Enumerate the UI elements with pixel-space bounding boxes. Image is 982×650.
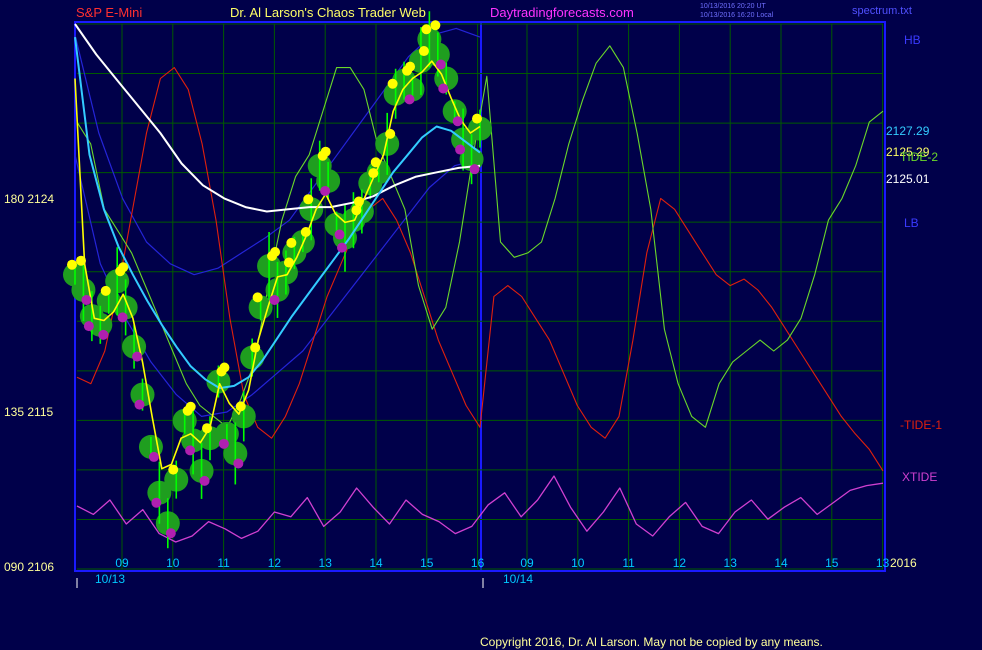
low-marker [165,528,176,539]
high-marker [118,262,129,273]
low-marker [117,312,128,323]
x-tick-label: 09 [520,556,534,570]
timestamp-local: 10/13/2016 16:20 Local [700,12,774,19]
high-marker [418,46,429,57]
x-tick-label: 15 [825,556,839,570]
date-label: 10/14 [503,572,533,586]
site-link[interactable]: Daytradingforecasts.com [490,5,634,20]
copyright: Copyright 2016, Dr. Al Larson. May not b… [480,635,823,649]
low-marker [469,164,480,175]
x-tick-label: 11 [217,556,230,570]
hb-label: HB [904,33,921,47]
x-tick-label: 09 [115,556,129,570]
high-marker [320,146,331,157]
high-marker [387,78,398,89]
high-marker [168,464,179,475]
low-marker [452,116,463,127]
high-marker [270,246,281,257]
high-marker [202,423,212,434]
high-marker [405,61,416,72]
x-tick-label: 10 [166,556,180,570]
price-label-2125-01: 2125.01 [886,172,930,186]
spectrum-file-label: spectrum.txt [852,5,912,17]
high-marker [300,227,311,237]
high-marker [351,205,362,216]
chart-canvas: S&P E-Mini Dr. Al Larson's Chaos Trader … [0,0,982,650]
low-marker [455,144,466,155]
low-marker [185,445,196,456]
high-marker [353,196,364,207]
x-tick-label: 14 [369,556,383,570]
year-label: 2016 [890,556,917,570]
low-marker [334,229,345,240]
date-label: 10/13 [95,572,125,586]
low-marker [320,185,331,196]
high-marker [185,401,196,412]
low-marker [81,294,92,305]
low-marker [83,321,94,332]
high-marker [219,362,230,373]
low-marker [438,83,449,94]
x-tick-label: 12 [673,556,687,570]
high-marker [430,20,441,31]
high-marker [67,259,77,270]
price-label-2127: 2127.29 [886,124,930,138]
low-marker [148,451,159,462]
high-marker [283,257,294,268]
high-marker [76,255,86,266]
lb-label: LB [904,216,919,230]
x-tick-label: 13 [724,556,738,570]
high-marker [250,342,261,353]
x-tick-label: 16 [471,556,485,570]
low-marker [337,242,347,253]
low-marker [435,59,446,70]
x-tick-label: 10 [571,556,585,570]
chart-title: Dr. Al Larson's Chaos Trader Web [230,5,426,20]
y-label-2124: 180 2124 [4,192,54,206]
x-tick-label: 13 [319,556,333,570]
low-marker [218,438,229,449]
tide2-label: TIDE-2 [900,150,938,164]
low-marker [98,329,109,340]
y-label-2106: 090 2106 [4,560,54,574]
high-marker [370,157,381,168]
y-label-2115: 135 2115 [4,405,53,419]
xtide-label: XTIDE [902,470,937,484]
x-tick-label: 14 [774,556,788,570]
low-marker [404,94,415,105]
timestamp-ut: 10/13/2016 20:20 UT [700,3,766,10]
low-marker [134,399,145,410]
tide1-label: -TIDE-1 [900,418,942,432]
high-marker [252,292,263,303]
high-marker [100,285,111,296]
high-marker [235,401,246,412]
symbol-title: S&P E-Mini [76,5,142,20]
high-marker [421,24,432,35]
low-marker [233,458,244,469]
high-marker [368,168,379,179]
low-marker [199,475,210,486]
x-tick-label: 12 [268,556,282,570]
high-marker [472,113,482,124]
high-marker [385,128,396,139]
high-marker [303,194,314,205]
low-marker [151,497,162,508]
low-marker [132,351,143,362]
high-marker [286,237,297,248]
x-tick-label: 15 [420,556,434,570]
low-marker [269,294,280,305]
x-tick-label: 13 [876,556,890,570]
x-tick-label: 11 [622,556,635,570]
